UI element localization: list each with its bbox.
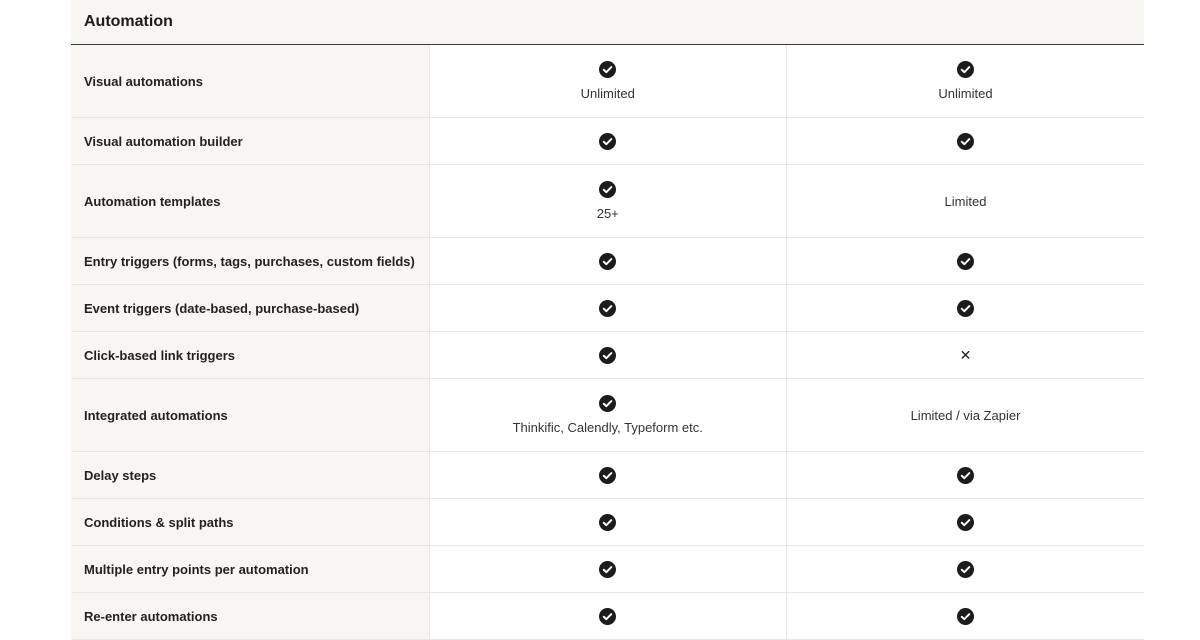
feature-label: Re-enter automations [71,592,429,640]
plan-a-cell [428,451,787,499]
check-circle-icon [957,560,974,578]
table-row: Event triggers (date-based, purchase-bas… [71,284,1144,332]
table-row: Visual automation builder [71,117,1144,165]
plan-a-cell [428,592,787,640]
plan-b-cell [786,545,1144,593]
plan-b-cell [786,498,1144,546]
plan-b-cell: ✕ [786,331,1144,379]
plan-b-cell [786,237,1144,285]
cell-note: Unlimited [938,86,993,102]
cell-text: Limited [944,193,987,209]
check-circle-icon [957,299,974,317]
plan-b-cell [786,284,1144,332]
section-header: Automation [71,0,1144,45]
check-circle-icon [599,61,617,79]
cell-text: Limited / via Zapier [910,407,1021,423]
check-circle-icon [599,395,617,413]
comparison-table: Visual automations Unlimited Unlimited Visu… [71,45,1144,640]
plan-b-cell: Limited / via Zapier [786,378,1144,452]
feature-label: Multiple entry points per automation [71,545,429,593]
check-circle-icon [599,132,617,150]
check-circle-icon [957,607,974,625]
check-circle-icon [599,181,617,199]
feature-label: Visual automation builder [71,117,429,165]
plan-a-cell [428,284,787,332]
plan-b-cell [786,451,1144,499]
feature-label: Click-based link triggers [71,331,429,379]
plan-a-cell [428,498,787,546]
table-row: Automation templates 25+ Limited [71,164,1144,238]
check-circle-icon [957,61,974,79]
check-circle-icon [957,466,974,484]
plan-a-cell [428,331,787,379]
table-row: Integrated automations Thinkific, Calendl… [71,378,1144,452]
plan-a-cell [428,117,787,165]
feature-label: Automation templates [71,164,429,238]
plan-b-cell: Limited [786,164,1144,238]
table-row: Delay steps [71,451,1144,499]
feature-label: Entry triggers (forms, tags, purchases, … [71,237,429,285]
cell-note: Thinkific, Calendly, Typeform etc. [512,420,703,436]
table-row: Conditions & split paths [71,498,1144,546]
check-circle-icon [957,513,974,531]
cell-note: Unlimited [580,86,635,102]
table-row: Multiple entry points per automation [71,545,1144,593]
check-circle-icon [599,252,617,270]
check-circle-icon [599,560,617,578]
cross-icon: ✕ [959,346,972,363]
feature-label: Delay steps [71,451,429,499]
comparison-table-section: Automation Visual automations Unlimited Un… [71,0,1144,640]
plan-b-cell [786,117,1144,165]
plan-a-cell: Unlimited [428,45,787,118]
table-row: Re-enter automations [71,592,1144,640]
feature-label: Conditions & split paths [71,498,429,546]
feature-label: Integrated automations [71,378,429,452]
feature-label: Event triggers (date-based, purchase-bas… [71,284,429,332]
check-circle-icon [599,607,617,625]
check-circle-icon [599,513,617,531]
check-circle-icon [599,466,617,484]
plan-a-cell: 25+ [428,164,787,238]
feature-label: Visual automations [71,45,429,118]
plan-b-cell [786,592,1144,640]
table-row: Visual automations Unlimited Unlimited [71,45,1144,118]
section-title: Automation [84,13,173,30]
table-row: Click-based link triggers ✕ [71,331,1144,379]
cell-note: 25+ [596,206,619,222]
plan-a-cell [428,545,787,593]
check-circle-icon [957,252,974,270]
check-circle-icon [957,132,974,150]
check-circle-icon [599,299,617,317]
plan-b-cell: Unlimited [786,45,1144,118]
check-circle-icon [599,346,617,364]
plan-a-cell [428,237,787,285]
table-row: Entry triggers (forms, tags, purchases, … [71,237,1144,285]
plan-a-cell: Thinkific, Calendly, Typeform etc. [428,378,787,452]
